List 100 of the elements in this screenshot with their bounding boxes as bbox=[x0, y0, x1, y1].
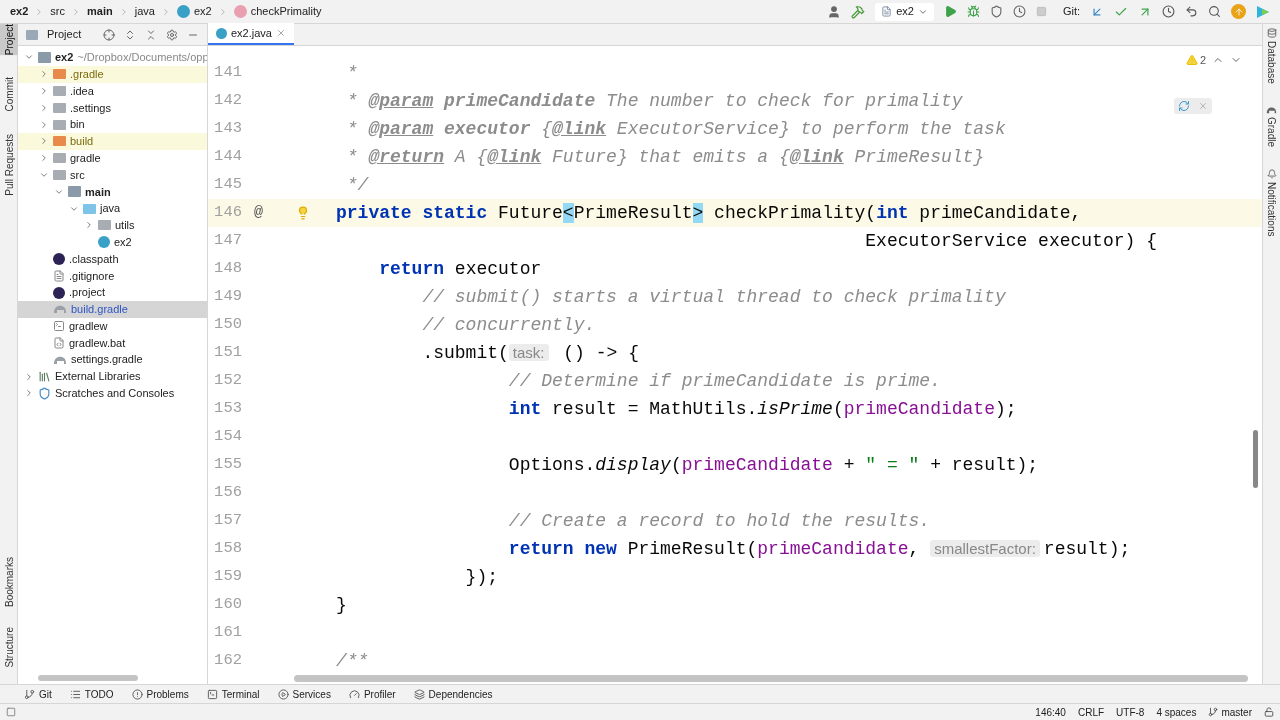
tool-window-tab[interactable]: Structure bbox=[0, 627, 18, 668]
tree-label: utils bbox=[115, 218, 135, 234]
status-item[interactable]: 4 spaces bbox=[1156, 704, 1197, 720]
tree-row[interactable]: main bbox=[18, 183, 207, 201]
breadcrumb-item[interactable]: ex2 bbox=[193, 3, 212, 20]
breadcrumb-item[interactable]: src bbox=[50, 3, 66, 20]
locate-icon[interactable] bbox=[103, 28, 115, 41]
alert-icon bbox=[131, 688, 143, 700]
tree-label: .project bbox=[69, 285, 106, 301]
tool-window-tab[interactable]: Notifications bbox=[1264, 168, 1279, 237]
tool-window-tab[interactable]: Pull Requests bbox=[0, 133, 18, 196]
tree-row[interactable]: .idea bbox=[18, 82, 207, 100]
clock-icon[interactable] bbox=[1162, 5, 1175, 18]
tree-row[interactable]: .project bbox=[18, 284, 207, 301]
tree-label: gradlew bbox=[69, 318, 108, 334]
tree-label: ex2 bbox=[55, 50, 74, 66]
tool-window-tab[interactable]: Database bbox=[1264, 28, 1279, 84]
line-number: 142 bbox=[213, 90, 242, 112]
scrollbar-thumb[interactable] bbox=[38, 675, 138, 681]
tool-window-button[interactable]: Services bbox=[277, 686, 331, 702]
expand-all-icon[interactable] bbox=[124, 28, 136, 41]
gradle-reload-popup[interactable] bbox=[1174, 98, 1212, 114]
tree-row[interactable]: gradlew bbox=[18, 317, 207, 335]
hammer-icon[interactable] bbox=[851, 4, 866, 19]
folder-icon bbox=[53, 69, 66, 80]
layout-icon[interactable] bbox=[6, 707, 16, 717]
tree-row[interactable]: src bbox=[18, 166, 207, 184]
collapse-all-icon[interactable] bbox=[145, 28, 157, 41]
tool-window-button[interactable]: Terminal bbox=[206, 686, 260, 702]
user-icon[interactable] bbox=[827, 4, 842, 19]
warning-icon[interactable] bbox=[1185, 54, 1198, 67]
close-icon[interactable] bbox=[276, 28, 286, 38]
debug-icon[interactable] bbox=[966, 5, 980, 18]
coverage-icon[interactable] bbox=[989, 5, 1003, 18]
gutter-marker[interactable]: @ bbox=[254, 201, 263, 225]
line-number: 158 bbox=[213, 538, 242, 560]
tool-window-button[interactable]: TODO bbox=[69, 686, 114, 702]
chevron-right-icon[interactable] bbox=[39, 86, 49, 96]
tree-row[interactable]: External Libraries bbox=[18, 368, 207, 385]
tree-row[interactable]: build.gradle bbox=[18, 300, 207, 318]
tree-row[interactable]: settings.gradle bbox=[18, 351, 207, 369]
tree-row[interactable]: build bbox=[18, 133, 207, 150]
chevron-right-icon[interactable] bbox=[39, 153, 49, 164]
lock-icon[interactable] bbox=[1264, 707, 1274, 717]
tree-row[interactable]: .gitignore bbox=[18, 267, 207, 285]
code-line: private static Future<PrimeResult> checkPrimality(int primeCandidate, bbox=[336, 202, 1082, 225]
update-icon[interactable] bbox=[1231, 4, 1246, 19]
scrollbar-thumb[interactable] bbox=[294, 674, 1248, 682]
scrollbar-thumb[interactable] bbox=[1253, 430, 1258, 488]
breadcrumb-item[interactable]: checkPrimality bbox=[250, 3, 322, 20]
tool-window-button[interactable]: Git bbox=[24, 686, 52, 702]
code-line: * @param primeCandidate The number to check for primality bbox=[345, 90, 963, 113]
breadcrumb-item[interactable]: main bbox=[87, 3, 113, 20]
tool-window-tab[interactable]: Project bbox=[0, 24, 18, 56]
tree-row[interactable]: gradle bbox=[18, 149, 207, 167]
file-icon bbox=[53, 269, 65, 282]
lightbulb-icon[interactable] bbox=[296, 206, 310, 220]
profile-icon[interactable] bbox=[1012, 5, 1026, 18]
tree-row[interactable]: bin bbox=[18, 116, 207, 133]
tool-window-button[interactable]: Dependencies bbox=[413, 686, 493, 702]
file-icon bbox=[53, 336, 65, 349]
branch-label[interactable]: master bbox=[1221, 704, 1252, 720]
tree-label: build bbox=[70, 134, 94, 150]
tool-window-tab[interactable]: Gradle bbox=[1264, 105, 1279, 147]
tool-window-tab[interactable]: Commit bbox=[0, 77, 18, 112]
tree-row[interactable]: .settings bbox=[18, 99, 207, 117]
status-item[interactable]: CRLF bbox=[1077, 704, 1105, 720]
tool-window-tab[interactable]: Bookmarks bbox=[0, 557, 18, 608]
chevron-right-icon[interactable] bbox=[84, 220, 94, 231]
status-item[interactable]: UTF-8 bbox=[1116, 704, 1145, 720]
warning-count[interactable]: 2 bbox=[1199, 52, 1206, 69]
tree-row[interactable]: Scratches and Consoles bbox=[18, 384, 207, 402]
tree-row[interactable]: .classpath bbox=[18, 250, 207, 268]
status-item[interactable]: 146:40 bbox=[1035, 704, 1066, 720]
search-icon[interactable] bbox=[1208, 5, 1221, 18]
logo-icon bbox=[1256, 4, 1270, 19]
chevron-right-icon[interactable] bbox=[39, 102, 49, 113]
editor-tab[interactable]: ex2.java bbox=[208, 23, 294, 45]
tree-row[interactable]: ex2 bbox=[18, 233, 207, 251]
undo-icon[interactable] bbox=[1185, 5, 1198, 18]
tree-row[interactable]: gradlew.bat bbox=[18, 334, 207, 352]
tree-label: ex2 bbox=[114, 234, 132, 250]
tree-row[interactable]: .gradle bbox=[18, 65, 207, 83]
run-icon[interactable] bbox=[943, 5, 957, 18]
chevron-right-icon[interactable] bbox=[39, 136, 49, 147]
tool-window-button[interactable]: Problems bbox=[131, 686, 189, 702]
tree-label: Scratches and Consoles bbox=[55, 386, 175, 402]
breadcrumb-item[interactable]: ex2 bbox=[10, 3, 29, 20]
tool-window-button[interactable]: Profiler bbox=[348, 686, 396, 702]
tree-row[interactable]: java bbox=[18, 200, 207, 217]
chevron-right-icon[interactable] bbox=[39, 69, 49, 80]
close-icon[interactable] bbox=[1198, 101, 1208, 111]
settings-icon[interactable] bbox=[166, 28, 178, 41]
branch-icon bbox=[1208, 707, 1219, 717]
chevron-right-icon[interactable] bbox=[24, 388, 34, 399]
run-config-dropdown[interactable]: ex2 bbox=[875, 2, 934, 21]
tree-row[interactable]: utils bbox=[18, 216, 207, 234]
chevron-right-icon[interactable] bbox=[24, 371, 34, 382]
breadcrumb-item[interactable]: java bbox=[134, 3, 155, 20]
chevron-right-icon[interactable] bbox=[39, 119, 49, 130]
